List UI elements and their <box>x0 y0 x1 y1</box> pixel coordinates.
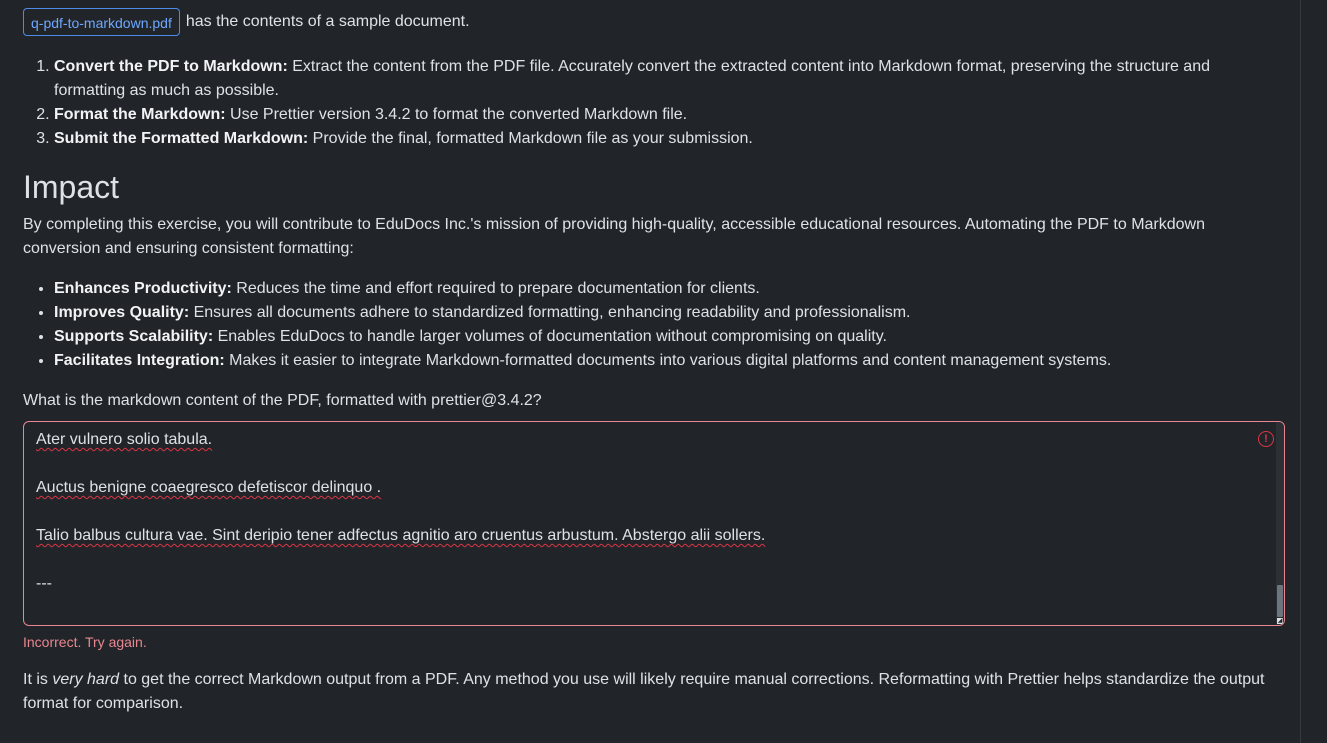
note-emphasis: very hard <box>52 671 120 688</box>
bullet-title: Enhances Productivity: <box>54 280 232 297</box>
answer-line: ​ <box>36 548 1236 572</box>
bullet-title: Facilitates Integration: <box>54 352 225 369</box>
answer-line: Ater vulnero solio tabula. <box>36 428 1236 452</box>
question-page: q-pdf-to-markdown.pdf has the contents o… <box>0 0 1327 743</box>
answer-line: --- <box>36 572 1236 596</box>
bullet-text: Ensures all documents adhere to standard… <box>189 304 911 321</box>
bullet-text: Reduces the time and effort required to … <box>231 280 760 297</box>
step-item: Submit the Formatted Markdown: Provide t… <box>54 127 1264 151</box>
hint-note: It is very hard to get the correct Markd… <box>23 668 1285 716</box>
feedback-message: Incorrect. Try again. <box>23 634 147 650</box>
resize-handle-icon[interactable]: ◢ <box>1277 618 1283 624</box>
answer-line: Talio balbus cultura vae. Sint deripio t… <box>36 524 1236 548</box>
step-title: Convert the PDF to Markdown: <box>54 58 288 75</box>
bullet-text: Makes it easier to integrate Markdown-fo… <box>224 352 1112 369</box>
answer-line-text: Ater vulnero solio tabula. <box>36 431 213 448</box>
textarea-scrollbar[interactable] <box>1276 422 1284 625</box>
impact-bullet: Improves Quality: Ensures all documents … <box>54 301 1284 325</box>
answer-textarea[interactable]: Ater vulnero solio tabula. ​ Auctus benign… <box>23 421 1285 626</box>
step-text: Use Prettier version 3.4.2 to format the… <box>225 106 688 123</box>
note-after: to get the correct Markdown output from … <box>23 671 1265 712</box>
impact-intro: By completing this exercise, you will co… <box>23 216 1205 257</box>
attachment-description: has the contents of a sample document. <box>185 13 470 30</box>
bullet-title: Improves Quality: <box>54 304 190 321</box>
impact-bullet: Facilitates Integration: Makes it easier… <box>54 349 1284 373</box>
invalid-icon: ! <box>1258 431 1274 447</box>
step-item: Convert the PDF to Markdown: Extract the… <box>54 55 1264 103</box>
impact-heading: Impact <box>23 169 120 205</box>
answer-line: Auctus benigne coaegresco defetiscor del… <box>36 476 1236 500</box>
step-item: Format the Markdown: Use Prettier versio… <box>54 103 1264 127</box>
answer-line-text: Talio balbus cultura vae. Sint deripio t… <box>36 527 766 544</box>
answer-line: ​ <box>36 452 1236 476</box>
step-text: Provide the final, formatted Markdown fi… <box>308 130 753 147</box>
pdf-download-link[interactable]: q-pdf-to-markdown.pdf <box>23 8 180 36</box>
bullet-title: Supports Scalability: <box>54 328 214 345</box>
impact-bullets-list: Enhances Productivity: Reduces the time … <box>23 277 1284 373</box>
question-label: What is the markdown content of the PDF,… <box>23 392 542 409</box>
answer-line-text: Auctus benigne coaegresco defetiscor del… <box>36 479 382 496</box>
attachment-row: q-pdf-to-markdown.pdf has the contents o… <box>23 7 470 37</box>
impact-bullet: Enhances Productivity: Reduces the time … <box>54 277 1284 301</box>
task-steps-list: Convert the PDF to Markdown: Extract the… <box>23 55 1264 151</box>
bullet-text: Enables EduDocs to handle larger volumes… <box>213 328 887 345</box>
answer-text[interactable]: Ater vulnero solio tabula. ​ Auctus benign… <box>36 428 1236 596</box>
answer-line-text: --- <box>36 575 52 592</box>
step-title: Format the Markdown: <box>54 106 226 123</box>
answer-line: ​ <box>36 500 1236 524</box>
right-divider <box>1300 0 1301 743</box>
impact-bullet: Supports Scalability: Enables EduDocs to… <box>54 325 1284 349</box>
step-title: Submit the Formatted Markdown: <box>54 130 309 147</box>
note-before: It is <box>23 671 53 688</box>
scrollbar-thumb[interactable] <box>1277 585 1283 617</box>
